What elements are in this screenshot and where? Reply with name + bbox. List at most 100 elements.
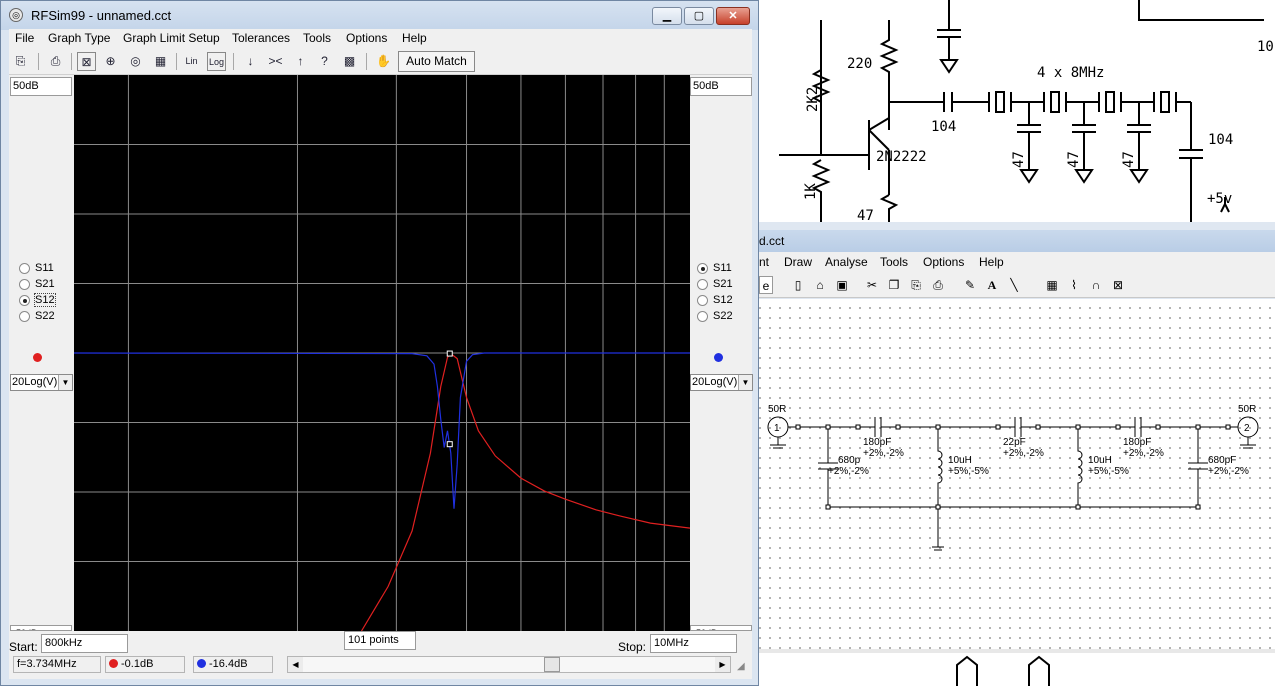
plot-svg: [74, 75, 690, 631]
toolbar-separator: [38, 53, 39, 70]
c3-tolerance: +2%,-2%: [1003, 448, 1044, 459]
frequency-scrollbar[interactable]: ◀ ▶: [287, 656, 731, 673]
l1-value: 10uH: [948, 455, 972, 466]
text-tool-icon[interactable]: A: [983, 276, 1001, 294]
radio-button-selected[interactable]: [697, 263, 708, 274]
arrow-down-icon[interactable]: ↓: [241, 52, 260, 71]
c1-value: 680p: [838, 455, 861, 466]
menu-component[interactable]: nt: [759, 255, 769, 269]
app-icon: ◎: [9, 8, 23, 22]
linear-scale-icon[interactable]: Lin: [182, 52, 201, 71]
left-axis-max-field[interactable]: 50dB: [10, 77, 72, 96]
right-trace-color-dot: [714, 353, 723, 362]
radio-button[interactable]: [697, 311, 708, 322]
points-field[interactable]: 101 points: [344, 631, 416, 650]
qr-grid-icon[interactable]: ▩: [340, 52, 359, 71]
minimize-button[interactable]: ▁: [652, 7, 682, 25]
inductor-icon[interactable]: ∩: [1087, 276, 1105, 294]
left-trace-readout: -0.1dB: [105, 656, 185, 673]
schematic-window-titlebar[interactable]: d.cct: [759, 230, 1275, 252]
help-query-icon[interactable]: ?: [315, 52, 334, 71]
chevron-down-icon: ▼: [738, 375, 752, 390]
table-icon[interactable]: ▦: [151, 52, 170, 71]
schem-label-crystals: 4 x 8MHz: [1037, 65, 1104, 81]
tune-icon[interactable]: ✋: [374, 52, 393, 71]
simulate-icon[interactable]: ⊠: [1109, 276, 1127, 294]
port1-number: 1: [774, 423, 780, 434]
menu-tolerances[interactable]: Tolerances: [232, 31, 290, 45]
stop-frequency-field[interactable]: 10MHz: [650, 634, 737, 653]
print-icon[interactable]: ⎙: [46, 52, 65, 71]
cut-icon[interactable]: ✂: [863, 276, 881, 294]
brush-icon[interactable]: ✎: [961, 276, 979, 294]
scroll-thumb[interactable]: [544, 657, 560, 672]
toolbar-separator: [176, 53, 177, 70]
radio-button[interactable]: [19, 311, 30, 322]
copy-icon[interactable]: ❐: [885, 276, 903, 294]
right-axis-min-field[interactable]: -50dB: [690, 625, 752, 631]
l1-tolerance: +5%,-5%: [948, 466, 989, 477]
titlebar[interactable]: ◎ RFSim99 - unnamed.cct ▁ ▢ ✕: [1, 1, 758, 30]
graph-plot-area[interactable]: [74, 75, 690, 631]
scroll-left-icon[interactable]: ◀: [288, 657, 303, 672]
scroll-right-icon[interactable]: ▶: [715, 657, 730, 672]
polar-chart-icon[interactable]: ◎: [126, 52, 145, 71]
radio-button-selected[interactable]: [19, 295, 30, 306]
menu-graph-type[interactable]: Graph Type: [48, 31, 110, 45]
print-icon[interactable]: ⎙: [929, 276, 947, 294]
close-icon: ✕: [728, 10, 738, 22]
right-axis-max-field[interactable]: 50dB: [690, 77, 752, 96]
c3-value: 22pF: [1003, 437, 1026, 448]
rect-graph-icon[interactable]: ⊠: [77, 52, 96, 71]
schem-label-10: 10: [1257, 39, 1274, 55]
radio-button[interactable]: [19, 263, 30, 274]
window-title: RFSim99 - unnamed.cct: [31, 8, 172, 23]
toolbar-separator: [71, 53, 72, 70]
radio-button[interactable]: [19, 279, 30, 290]
menu-help[interactable]: Help: [402, 31, 427, 45]
schem-label-47d: 47: [857, 208, 874, 222]
schematic-canvas[interactable]: 1 2 50R 50R 680p +2%,-2% 180pF +2%,-2% 1…: [759, 299, 1275, 649]
menu-graph-limit-setup[interactable]: Graph Limit Setup: [123, 31, 220, 45]
right-scale-dropdown[interactable]: 20Log(V) ▼: [690, 374, 753, 391]
left-axis-min-field[interactable]: -50dB: [10, 625, 72, 631]
menu-tools[interactable]: Tools: [880, 255, 908, 269]
menu-options[interactable]: Options: [346, 31, 387, 45]
radio-button[interactable]: [697, 295, 708, 306]
edit-field[interactable]: e: [759, 276, 773, 294]
wire-tool-icon[interactable]: ╲: [1005, 276, 1023, 294]
maximize-button[interactable]: ▢: [684, 7, 714, 25]
left-scale-dropdown[interactable]: 20Log(V) ▼: [10, 374, 73, 391]
arrow-up-icon[interactable]: ↑: [291, 52, 310, 71]
calculator-icon[interactable]: ▦: [1043, 276, 1061, 294]
save-icon[interactable]: ▣: [833, 276, 851, 294]
paste-icon[interactable]: ⎘: [907, 276, 925, 294]
red-dot-icon: [109, 659, 118, 668]
graph-client-area: 50dB S11 S21 S12 S22 20Log(V)▼ -50dB 50d…: [9, 75, 753, 679]
radio-button[interactable]: [697, 279, 708, 290]
new-icon[interactable]: ▯: [789, 276, 807, 294]
l2-tolerance: +5%,-5%: [1088, 466, 1129, 477]
menu-tools[interactable]: Tools: [303, 31, 331, 45]
auto-match-button[interactable]: Auto Match: [398, 51, 475, 72]
menu-options[interactable]: Options: [923, 255, 964, 269]
port2-label: 50R: [1238, 404, 1256, 415]
zoom-in-icon[interactable]: ><: [266, 52, 285, 71]
menu-analyse[interactable]: Analyse: [825, 255, 868, 269]
copy-clipboard-icon[interactable]: ⎘: [11, 52, 30, 71]
menu-draw[interactable]: Draw: [784, 255, 812, 269]
resize-grip-icon[interactable]: ◢: [737, 661, 745, 672]
close-button[interactable]: ✕: [716, 7, 750, 25]
menu-file[interactable]: File: [15, 31, 34, 45]
marker-s11: [446, 441, 453, 448]
log-scale-icon[interactable]: Log: [207, 52, 226, 71]
port2-number: 2: [1244, 423, 1250, 434]
schematic-window-title: d.cct: [759, 234, 785, 248]
smith-chart-icon[interactable]: ⊕: [101, 52, 120, 71]
menu-help[interactable]: Help: [979, 255, 1004, 269]
open-folder-icon[interactable]: ⌂: [811, 276, 829, 294]
component-icon[interactable]: ⌇: [1065, 276, 1083, 294]
start-frequency-field[interactable]: 800kHz: [41, 634, 128, 653]
schem-label-104b: 104: [1208, 132, 1233, 148]
background-schematic-image: 220 4 x 8MHz 2K2 104 2N2222 47 47 47 104…: [759, 0, 1275, 222]
